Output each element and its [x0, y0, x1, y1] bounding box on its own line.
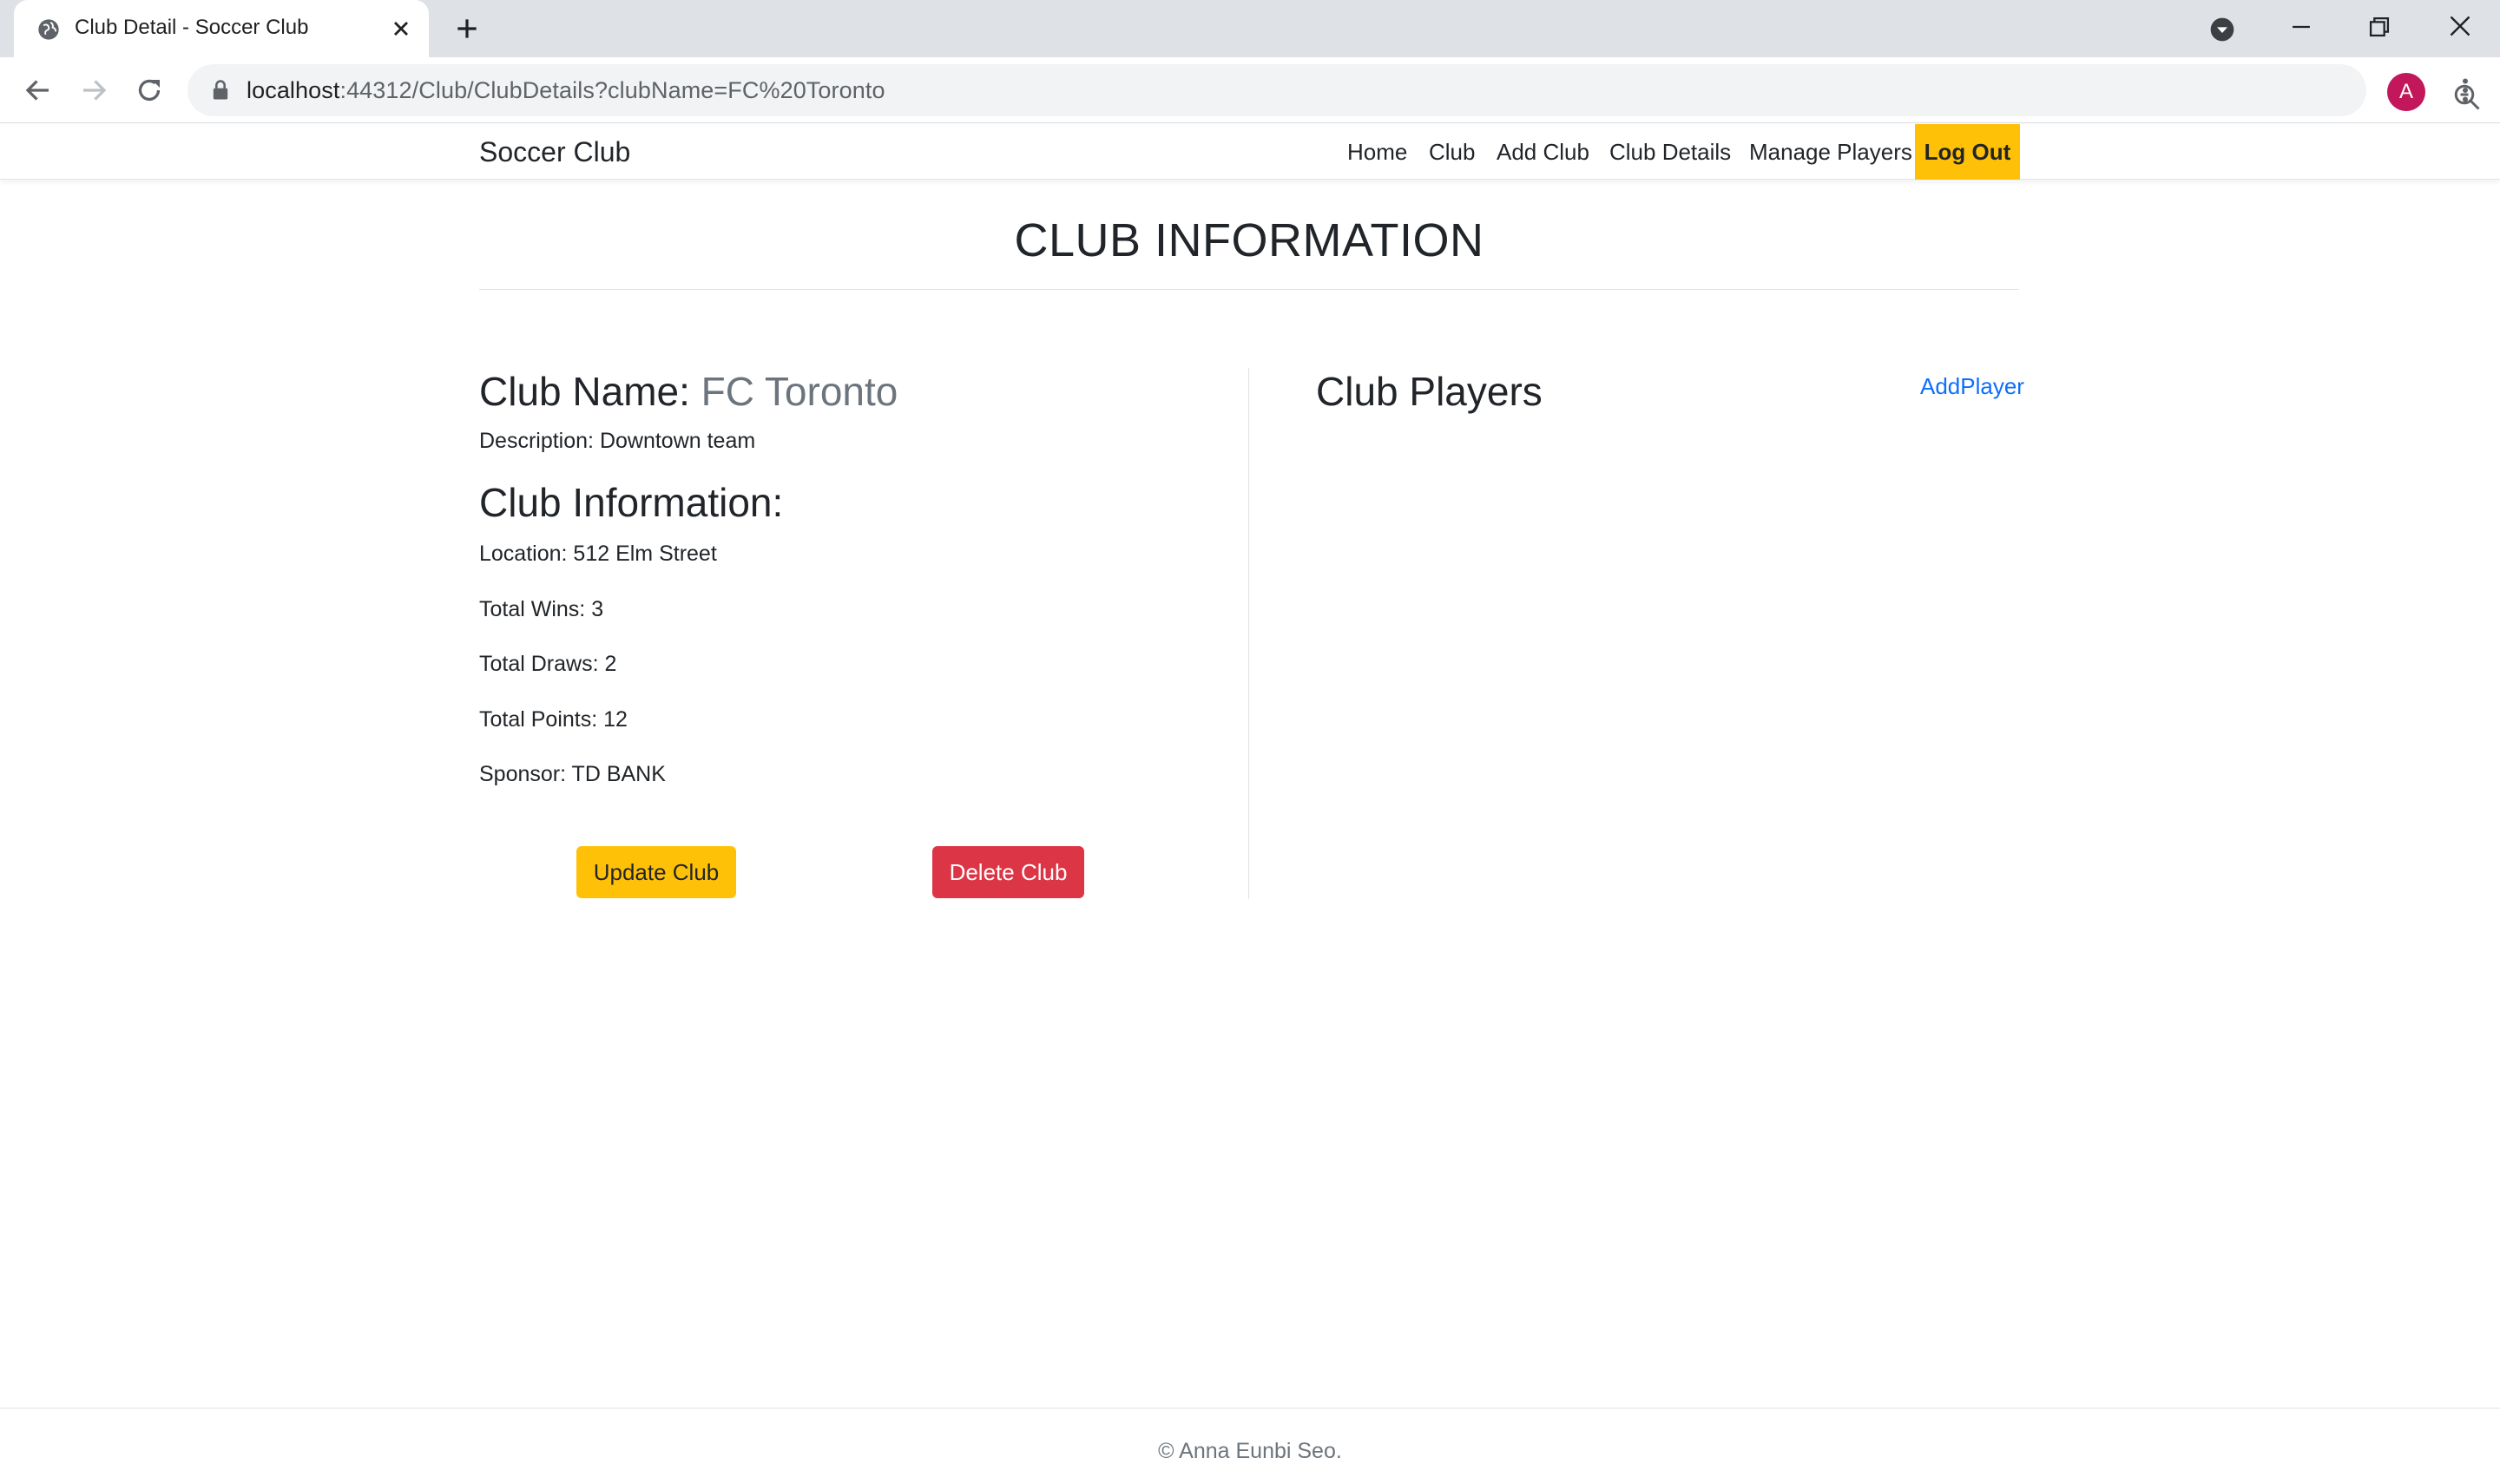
club-name-label: Club Name: [479, 369, 690, 414]
url-path: :44312/Club/ClubDetails?clubName=FC%20To… [339, 77, 885, 103]
window-close-icon[interactable] [2444, 10, 2476, 42]
new-tab-icon[interactable] [453, 15, 481, 43]
club-name-value: FC Toronto [701, 369, 898, 414]
club-players-heading: Club Players [1316, 369, 1543, 414]
nav-club[interactable]: Club [1429, 139, 1475, 166]
footer-copyright: © Anna Eunbi Seo. [1158, 1439, 1342, 1463]
page-title: CLUB INFORMATION [1014, 214, 1484, 266]
delete-club-button[interactable]: Delete Club [932, 846, 1084, 898]
url-host: localhost [247, 77, 340, 103]
nav-add-club[interactable]: Add Club [1497, 139, 1589, 166]
nav-manage-players[interactable]: Manage Players [1749, 139, 1912, 166]
globe-icon [38, 19, 59, 40]
club-name-heading: Club Name: FC Toronto [479, 368, 898, 415]
club-description: Description: Downtown team [479, 429, 756, 453]
club-location: Location: 512 Elm Street [479, 542, 717, 566]
close-icon[interactable] [389, 16, 413, 41]
add-player-link[interactable]: AddPlayer [1920, 373, 2024, 400]
update-club-button[interactable]: Update Club [576, 846, 736, 898]
lock-icon[interactable] [208, 78, 233, 102]
reload-icon[interactable] [134, 75, 165, 106]
club-information-heading: Club Information: [479, 480, 784, 525]
club-total-wins: Total Wins: 3 [479, 597, 604, 621]
site-navbar: Soccer Club Home Club Add Club Club Deta… [0, 124, 2500, 180]
club-total-draws: Total Draws: 2 [479, 652, 617, 676]
more-menu-icon[interactable] [2450, 75, 2481, 106]
browser-tab[interactable]: Club Detail - Soccer Club [14, 0, 429, 57]
minimize-icon[interactable] [2286, 12, 2316, 42]
browser-tab-strip: Club Detail - Soccer Club [0, 0, 2500, 57]
club-total-points: Total Points: 12 [479, 707, 628, 732]
address-bar[interactable]: localhost:44312/Club/ClubDetails?clubNam… [188, 64, 2480, 116]
nav-club-details[interactable]: Club Details [1609, 139, 1731, 166]
club-sponsor: Sponsor: TD BANK [479, 762, 666, 786]
back-arrow-icon[interactable] [23, 75, 54, 106]
column-divider [1248, 368, 1249, 899]
url-text[interactable]: localhost:44312/Club/ClubDetails?clubNam… [247, 77, 885, 104]
restore-icon[interactable] [2365, 12, 2394, 42]
logout-button[interactable]: Log Out [1915, 124, 2020, 180]
nav-home[interactable]: Home [1347, 139, 1407, 166]
brand-link[interactable]: Soccer Club [479, 136, 630, 168]
forward-arrow-icon[interactable] [78, 75, 109, 106]
profile-avatar[interactable]: A [2387, 73, 2425, 111]
tab-search-icon[interactable] [2208, 16, 2236, 43]
browser-toolbar: localhost:44312/Club/ClubDetails?clubNam… [0, 57, 2500, 123]
title-divider [479, 289, 2019, 290]
tab-title: Club Detail - Soccer Club [75, 16, 309, 39]
